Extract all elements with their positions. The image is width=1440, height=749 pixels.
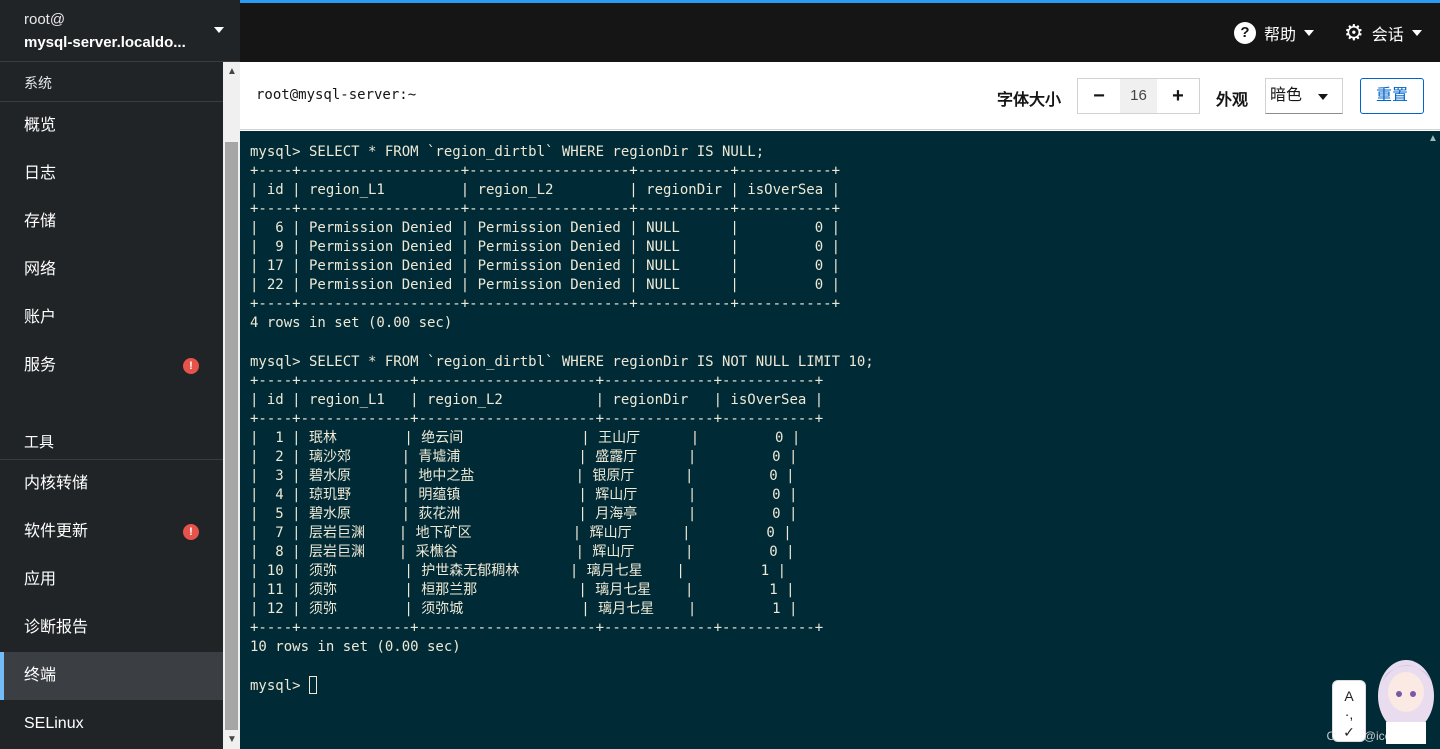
reset-button[interactable]: 重置 [1360, 78, 1424, 114]
terminal-line: mysql> SELECT * FROM `region_dirtbl` WHE… [250, 353, 874, 370]
host-name: mysql-server.localdo... [24, 34, 186, 51]
appearance-select[interactable]: 暗色 [1265, 78, 1343, 114]
sidebar-item[interactable]: 软件更新! [0, 508, 223, 556]
terminal-output: mysql> SELECT * FROM `region_dirtbl` WHE… [250, 143, 874, 696]
nav-section-tools: 工具 [0, 418, 223, 460]
terminal-line: | 22 | Permission Denied | Permission De… [250, 277, 841, 294]
help-menu-button[interactable]: ? 帮助 [1234, 21, 1315, 45]
terminal-line: | 2 | 璃沙郊 | 青墟浦 | 盛露厅 | 0 | [250, 448, 798, 465]
assistant-widget[interactable]: A ·, ✓ [1332, 680, 1366, 742]
terminal-line: +----+-------------------+--------------… [250, 296, 841, 313]
host-user: root@ [24, 11, 66, 28]
top-bar: ? 帮助 ⚙ 会话 [240, 0, 1440, 62]
scroll-up-icon[interactable]: ▲ [227, 66, 237, 77]
sidebar-item-label: 网络 [24, 261, 57, 278]
sidebar-item[interactable]: 存储 [0, 198, 223, 246]
scroll-down-icon[interactable]: ▼ [227, 734, 237, 745]
terminal-line: | 1 | 珉林 | 绝云间 | 王山厅 | 0 | [250, 429, 801, 446]
chevron-down-icon [1318, 94, 1328, 100]
nav-group-system: 概览日志存储网络账户服务! [0, 102, 223, 390]
font-size-stepper: − 16 + [1077, 78, 1200, 114]
terminal-title: root@mysql-server:~ [256, 87, 417, 103]
terminal-screen[interactable]: mysql> SELECT * FROM `region_dirtbl` WHE… [240, 131, 1440, 749]
sidebar-item-label: 服务 [24, 357, 57, 374]
sidebar-item[interactable]: 应用 [0, 556, 223, 604]
font-size-increase-button[interactable]: + [1157, 79, 1199, 113]
sidebar-item-label: 软件更新 [24, 523, 89, 540]
sidebar-item-label: 账户 [24, 309, 57, 326]
chevron-down-icon [1411, 30, 1422, 36]
terminal-line: | 8 | 层岩巨渊 | 采樵谷 | 辉山厅 | 0 | [250, 543, 795, 560]
host-switcher[interactable]: root@ mysql-server.localdo... [0, 0, 240, 62]
sidebar: root@ mysql-server.localdo... 系统 概览日志存储网… [0, 0, 240, 749]
terminal-line: 4 rows in set (0.00 sec) [250, 315, 453, 332]
appearance-label: 外观 [1216, 92, 1249, 109]
sidebar-item-label: 概览 [24, 117, 57, 134]
chevron-down-icon [1304, 30, 1315, 36]
sidebar-item[interactable]: 网络 [0, 246, 223, 294]
sidebar-scrollbar[interactable]: ▲ ▼ [223, 62, 240, 749]
sidebar-item[interactable]: SELinux [0, 700, 223, 748]
sidebar-item[interactable]: 日志 [0, 150, 223, 198]
terminal-line: 10 rows in set (0.00 sec) [250, 639, 461, 656]
terminal-line: | 10 | 须弥 | 护世森无郁稠林 | 璃月七星 | 1 | [250, 563, 787, 580]
terminal-line: +----+-------------+--------------------… [250, 372, 824, 389]
sidebar-item-label: 应用 [24, 571, 57, 588]
terminal-cursor [309, 676, 318, 695]
sidebar-item-label: 诊断报告 [24, 619, 89, 636]
session-menu-button[interactable]: ⚙ 会话 [1344, 21, 1422, 45]
alert-icon: ! [183, 524, 199, 540]
alert-icon: ! [183, 358, 199, 374]
terminal-line: | 9 | Permission Denied | Permission Den… [250, 239, 841, 256]
sidebar-item-label: SELinux [24, 715, 84, 732]
nav-section-system: 系统 [0, 62, 223, 102]
avatar [1378, 660, 1434, 744]
gear-icon: ⚙ [1344, 20, 1364, 45]
terminal-line: +----+-------------+--------------------… [250, 620, 824, 637]
terminal-line: mysql> [250, 678, 310, 695]
terminal-line: | id | region_L1 | region_L2 | regionDir… [250, 182, 841, 199]
font-size-decrease-button[interactable]: − [1078, 79, 1120, 113]
chevron-down-icon [214, 27, 224, 33]
scroll-up-icon[interactable]: ▲ [1428, 133, 1438, 144]
terminal-line: +----+-------------------+--------------… [250, 163, 841, 180]
terminal-line: | 7 | 层岩巨渊 | 地下矿区 | 辉山厅 | 0 | [250, 524, 792, 541]
font-size-label: 字体大小 [997, 92, 1062, 109]
nav-gap [0, 390, 223, 418]
session-label: 会话 [1371, 27, 1404, 44]
sidebar-item-label: 日志 [24, 165, 57, 182]
sidebar-item[interactable]: 终端 [0, 652, 223, 700]
assistant-label: A ·, ✓ [1343, 688, 1355, 740]
terminal-line: | 11 | 须弥 | 桓那兰那 | 璃月七星 | 1 | [250, 582, 795, 599]
terminal-line: | 4 | 琼玑野 | 明蕴镇 | 辉山厅 | 0 | [250, 486, 798, 503]
sidebar-item[interactable]: 账户 [0, 294, 223, 342]
sidebar-nav: 系统 概览日志存储网络账户服务! 工具 内核转储软件更新! 应用诊断报告终端 SEL… [0, 62, 223, 749]
appearance-value: 暗色 [1270, 87, 1303, 104]
terminal-line: | 3 | 碧水原 | 地中之盐 | 银原厅 | 0 | [250, 467, 795, 484]
sidebar-item-label: 存储 [24, 213, 57, 230]
help-icon: ? [1234, 22, 1256, 44]
terminal-line: mysql> SELECT * FROM `region_dirtbl` WHE… [250, 144, 765, 160]
terminal-line: | 6 | Permission Denied | Permission Den… [250, 220, 841, 237]
terminal-line: +----+-------------+--------------------… [250, 410, 824, 427]
terminal-line: | 12 | 须弥 | 须弥城 | 璃月七星 | 1 | [250, 601, 798, 618]
font-size-value[interactable]: 16 [1120, 79, 1157, 113]
sidebar-item-label: 终端 [24, 667, 57, 684]
sidebar-item[interactable]: 概览 [0, 102, 223, 150]
terminal-line: | 5 | 碧水原 | 荻花洲 | 月海亭 | 0 | [250, 505, 798, 522]
sidebar-item[interactable]: 内核转储 [0, 460, 223, 508]
terminal-line: | 17 | Permission Denied | Permission De… [250, 258, 841, 275]
sidebar-item[interactable]: 服务! [0, 342, 223, 390]
nav-group-tools: 内核转储软件更新! 应用诊断报告终端 SELinux [0, 460, 223, 748]
terminal-toolbar: root@mysql-server:~ 字体大小 − 16 + 外观 暗色 重置 [240, 62, 1440, 130]
help-label: 帮助 [1264, 27, 1297, 44]
scrollbar-thumb[interactable] [225, 142, 238, 730]
sidebar-item-label: 内核转储 [24, 475, 89, 492]
terminal-line: | id | region_L1 | region_L2 | regionDir… [250, 391, 824, 408]
terminal-line: +----+-------------------+--------------… [250, 201, 841, 218]
sidebar-item[interactable]: 诊断报告 [0, 604, 223, 652]
